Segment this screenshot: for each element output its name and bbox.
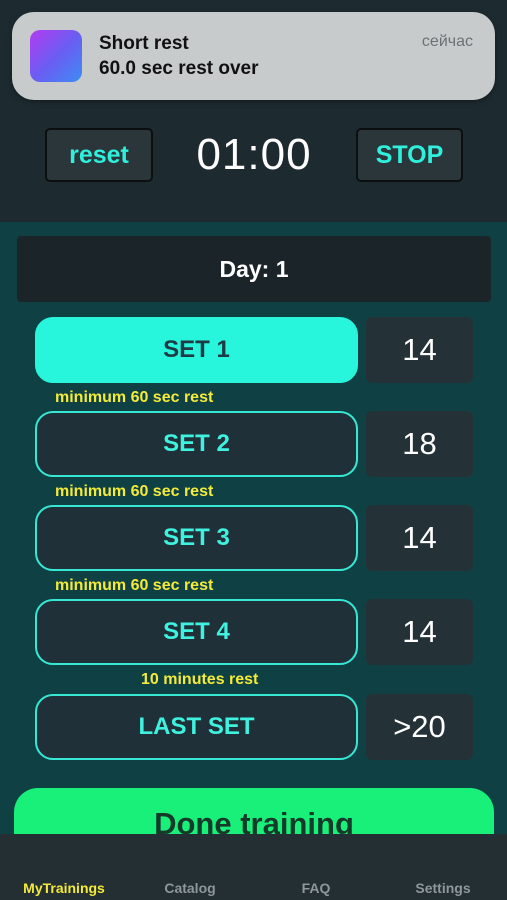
set-1-count[interactable]: 14	[366, 317, 473, 383]
app-gradient-icon	[30, 30, 82, 82]
stop-button[interactable]: STOP	[356, 128, 463, 182]
set-1-rest-note: minimum 60 sec rest	[55, 389, 214, 406]
set-4-rest-note: 10 minutes rest	[141, 671, 259, 688]
tab-mytrainings[interactable]: MyTrainings	[18, 880, 110, 896]
tab-catalog[interactable]: Catalog	[150, 880, 230, 896]
set-3-rest-note: minimum 60 sec rest	[55, 577, 214, 594]
training-panel: Day: 1 SET 1 14 minimum 60 sec rest SET …	[0, 222, 507, 868]
set-4-count[interactable]: 14	[366, 599, 473, 665]
last-set-count[interactable]: >20	[366, 694, 473, 760]
rest-timer: 01:00	[196, 130, 312, 179]
day-header: Day: 1	[17, 236, 491, 302]
timer-row: reset 01:00 STOP	[0, 120, 507, 190]
set-1-button[interactable]: SET 1	[35, 317, 358, 383]
push-notification[interactable]: Short rest 60.0 sec rest over сейчас	[12, 12, 495, 100]
set-3-button[interactable]: SET 3	[35, 505, 358, 571]
notification-title: Short rest	[99, 33, 189, 54]
notification-time: сейчас	[421, 33, 473, 50]
set-2-rest-note: minimum 60 sec rest	[55, 483, 214, 500]
notification-body: 60.0 sec rest over	[99, 58, 259, 79]
set-3-count[interactable]: 14	[366, 505, 473, 571]
last-set-button[interactable]: LAST SET	[35, 694, 358, 760]
bottom-tab-bar: MyTrainings Catalog FAQ Settings	[0, 834, 507, 900]
set-2-button[interactable]: SET 2	[35, 411, 358, 477]
tab-faq[interactable]: FAQ	[286, 880, 346, 896]
tab-settings[interactable]: Settings	[402, 880, 484, 896]
set-4-button[interactable]: SET 4	[35, 599, 358, 665]
set-2-count[interactable]: 18	[366, 411, 473, 477]
reset-button[interactable]: reset	[45, 128, 153, 182]
